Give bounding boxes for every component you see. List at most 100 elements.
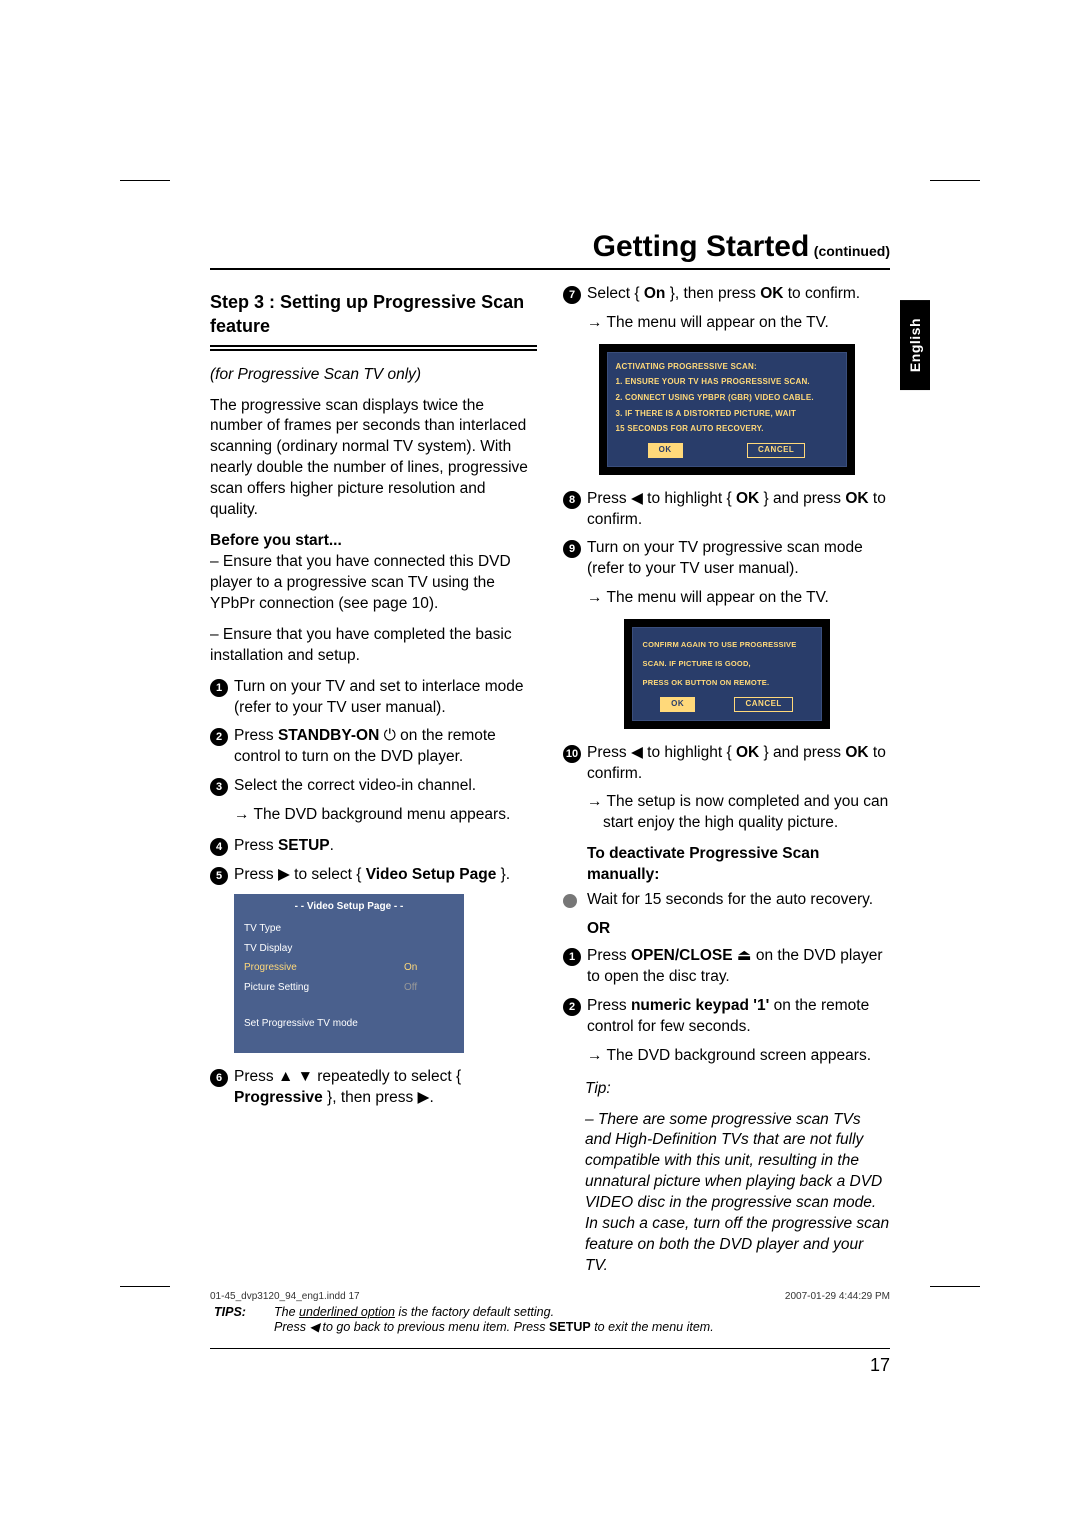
result-line: The menu will appear on the TV. xyxy=(563,313,890,334)
dialog-ok-button: OK xyxy=(648,443,683,458)
step-number-badge: 8 xyxy=(563,491,581,509)
dialog-line: 1. ENSURE YOUR TV HAS PROGRESSIVE SCAN. xyxy=(612,374,842,390)
osd-value-off: Off xyxy=(404,981,454,995)
bullet-text: Wait for 15 seconds for the auto recover… xyxy=(587,890,890,911)
up-arrow-icon: ▲ xyxy=(278,1068,293,1085)
left-arrow-icon: ◀ xyxy=(631,490,643,507)
dialog-line: CONFIRM AGAIN TO USE PROGRESSIVE xyxy=(637,634,817,653)
content-columns: Step 3 : Setting up Progressive Scan fea… xyxy=(210,284,890,1287)
left-column: Step 3 : Setting up Progressive Scan fea… xyxy=(210,284,537,1287)
osd-item-progressive: Progressive xyxy=(244,961,404,975)
step-text: Press STANDBY-ON ⏻ on the remote control… xyxy=(234,726,537,768)
osd-activate-dialog: ACTIVATING PROGRESSIVE SCAN: 1. ENSURE Y… xyxy=(563,344,890,475)
tip-label: Tip: xyxy=(563,1079,890,1100)
tips-label: TIPS: xyxy=(214,1305,274,1334)
step-number-badge: 1 xyxy=(563,948,581,966)
step-item-6: 6 Press ▲ ▼ repeatedly to select { Progr… xyxy=(210,1067,537,1109)
step-text: Press OPEN/CLOSE ⏏ on the DVD player to … xyxy=(587,946,890,988)
page-number: 17 xyxy=(210,1355,890,1376)
tips-body: The underlined option is the factory def… xyxy=(274,1305,886,1334)
intro-paragraph: The progressive scan displays twice the … xyxy=(210,396,537,522)
or-label: OR xyxy=(587,919,890,940)
step-number-badge: 6 xyxy=(210,1069,228,1087)
bullet-icon xyxy=(563,894,577,908)
result-line: The DVD background screen appears. xyxy=(563,1046,890,1067)
step-text: Press numeric keypad '1' on the remote c… xyxy=(587,996,890,1038)
left-arrow-icon: ◀ xyxy=(309,1320,319,1334)
step-number-badge: 1 xyxy=(210,679,228,697)
osd-item-tv-display: TV Display xyxy=(244,942,454,956)
power-icon: ⏻ xyxy=(384,727,396,744)
deactivate-step-2: 2 Press numeric keypad '1' on the remote… xyxy=(563,996,890,1038)
right-arrow-icon: ▶ xyxy=(278,866,290,883)
heading-continued: (continued) xyxy=(814,243,890,259)
language-tab: English xyxy=(900,300,930,390)
step-number-badge: 9 xyxy=(563,540,581,558)
step-item-7: 7 Select { On }, then press OK to confir… xyxy=(563,284,890,305)
before-start-item: – Ensure that you have completed the bas… xyxy=(210,625,537,667)
result-line: The DVD background menu appears. xyxy=(210,805,537,826)
before-start-heading: Before you start... xyxy=(210,531,537,552)
osd-footer: Set Progressive TV mode xyxy=(234,997,464,1035)
step-item-9: 9 Turn on your TV progressive scan mode … xyxy=(563,538,890,580)
crop-mark xyxy=(930,1286,980,1287)
result-line: The menu will appear on the TV. xyxy=(563,588,890,609)
step-number-badge: 3 xyxy=(210,778,228,796)
step-text: Press ◀ to highlight { OK } and press OK… xyxy=(587,489,890,531)
step-text: Press ◀ to highlight { OK } and press OK… xyxy=(587,743,890,785)
step-number-badge: 10 xyxy=(563,745,581,763)
down-arrow-icon: ▼ xyxy=(298,1068,313,1085)
right-column: 7 Select { On }, then press OK to confir… xyxy=(563,284,890,1287)
page-heading: Getting Started (continued) xyxy=(210,230,890,270)
crop-mark xyxy=(930,180,980,181)
step-text: Press ▶ to select { Video Setup Page }. xyxy=(234,865,537,886)
dialog-cancel-button: CANCEL xyxy=(734,697,792,712)
deactivate-step-1: 1 Press OPEN/CLOSE ⏏ on the DVD player t… xyxy=(563,946,890,988)
step-number-badge: 5 xyxy=(210,867,228,885)
step-item-2: 2 Press STANDBY-ON ⏻ on the remote contr… xyxy=(210,726,537,768)
step-text: Press ▲ ▼ repeatedly to select { Progres… xyxy=(234,1067,537,1109)
step-subheading: Step 3 : Setting up Progressive Scan fea… xyxy=(210,290,537,351)
step-text: Press SETUP. xyxy=(234,836,537,857)
dialog-line: PRESS OK BUTTON ON REMOTE. xyxy=(637,672,817,691)
osd-item-picture-setting: Picture Setting xyxy=(244,981,404,995)
dialog-cancel-button: CANCEL xyxy=(747,443,805,458)
step-item-5: 5 Press ▶ to select { Video Setup Page }… xyxy=(210,865,537,886)
scan-tv-note: (for Progressive Scan TV only) xyxy=(210,365,537,386)
dialog-line: ACTIVATING PROGRESSIVE SCAN: xyxy=(612,359,842,375)
deactivate-heading: To deactivate Progressive Scan manually: xyxy=(587,844,890,886)
crop-mark xyxy=(120,180,170,181)
step-text: Turn on your TV and set to interlace mod… xyxy=(234,677,537,719)
step-text: Select the correct video-in channel. xyxy=(234,776,537,797)
result-line: The setup is now completed and you can s… xyxy=(563,792,890,834)
step-text: Select { On }, then press OK to confirm. xyxy=(587,284,890,305)
osd-value-on: On xyxy=(404,961,454,975)
step-text: Turn on your TV progressive scan mode (r… xyxy=(587,538,890,580)
right-arrow-icon: ▶ xyxy=(418,1089,430,1106)
dialog-line: 3. IF THERE IS A DISTORTED PICTURE, WAIT xyxy=(612,406,842,422)
step-item-3: 3 Select the correct video-in channel. xyxy=(210,776,537,797)
step-item-4: 4 Press SETUP. xyxy=(210,836,537,857)
tips-footer: TIPS: The underlined option is the facto… xyxy=(210,1305,890,1349)
manual-page: English Getting Started (continued) Step… xyxy=(0,0,1080,1527)
osd-item-tv-type: TV Type xyxy=(244,922,454,936)
step-number-badge: 2 xyxy=(563,998,581,1016)
dialog-ok-button: OK xyxy=(660,697,695,712)
dialog-line: 2. CONNECT USING YPBPR (GBR) VIDEO CABLE… xyxy=(612,390,842,406)
step-number-badge: 4 xyxy=(210,838,228,856)
print-footer: 01-45_dvp3120_94_eng1.indd 17 2007-01-29… xyxy=(210,1291,890,1302)
step-item-1: 1 Turn on your TV and set to interlace m… xyxy=(210,677,537,719)
left-arrow-icon: ◀ xyxy=(631,744,643,761)
osd-video-setup-menu: - - Video Setup Page - - TV Type TV Disp… xyxy=(234,894,464,1053)
heading-title: Getting Started xyxy=(593,230,810,263)
osd-title: - - Video Setup Page - - xyxy=(234,894,464,920)
before-start-item: – Ensure that you have connected this DV… xyxy=(210,552,537,615)
osd-confirm-dialog: CONFIRM AGAIN TO USE PROGRESSIVE SCAN. I… xyxy=(563,619,890,728)
crop-mark xyxy=(120,1286,170,1287)
step-item-10: 10 Press ◀ to highlight { OK } and press… xyxy=(563,743,890,785)
footer-file: 01-45_dvp3120_94_eng1.indd 17 xyxy=(210,1291,360,1302)
deactivate-wait-bullet: Wait for 15 seconds for the auto recover… xyxy=(563,890,890,911)
footer-date: 2007-01-29 4:44:29 PM xyxy=(785,1291,890,1302)
step-number-badge: 7 xyxy=(563,286,581,304)
eject-icon: ⏏ xyxy=(737,947,752,964)
